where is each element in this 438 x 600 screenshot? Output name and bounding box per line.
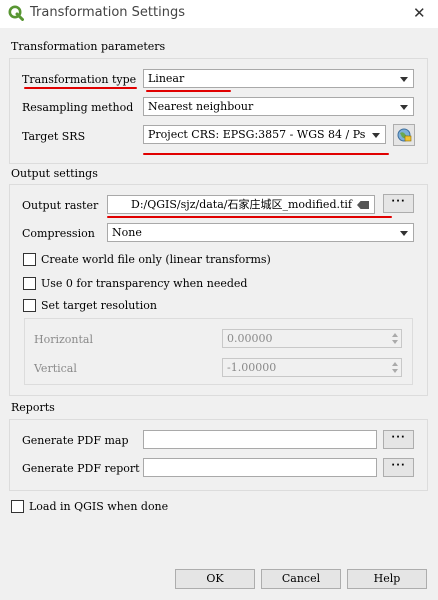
globe-projection-icon — [397, 128, 412, 142]
resampling-method-select[interactable]: Nearest neighbour — [143, 97, 414, 116]
crs-selector-button[interactable] — [393, 124, 415, 146]
clear-field-icon[interactable] — [357, 201, 369, 209]
transformation-type-value: Linear — [148, 72, 185, 85]
pdf-map-input[interactable] — [143, 430, 377, 449]
pdf-report-input[interactable] — [143, 458, 377, 477]
output-raster-input[interactable]: D:/QGIS/sjz/data/石家庄城区_modified.tif — [107, 195, 375, 214]
ok-button[interactable]: OK — [175, 569, 255, 589]
red-underline-srs — [143, 153, 389, 155]
output-heading: Output settings — [11, 167, 98, 180]
window-title: Transformation Settings — [30, 5, 185, 20]
transparency-checkbox[interactable] — [23, 277, 36, 290]
target-resolution-checkbox[interactable] — [23, 299, 36, 312]
compression-value: None — [112, 226, 142, 239]
reports-heading: Reports — [11, 401, 55, 414]
output-raster-value: D:/QGIS/sjz/data/石家庄城区_modified.tif — [131, 198, 352, 211]
red-underline-raster — [107, 216, 392, 218]
transformation-type-select[interactable]: Linear — [143, 69, 414, 88]
cancel-button[interactable]: Cancel — [261, 569, 341, 589]
chevron-down-icon — [400, 77, 408, 82]
horizontal-label: Horizontal — [34, 333, 93, 346]
spin-up-icon — [392, 333, 398, 337]
pdf-map-label: Generate PDF map — [22, 434, 129, 447]
transformation-type-label: Transformation type — [22, 73, 137, 86]
vertical-value: -1.00000 — [227, 361, 277, 374]
chevron-down-icon — [372, 133, 380, 138]
target-srs-value: Project CRS: EPSG:3857 - WGS 84 / Ps — [148, 128, 366, 141]
output-raster-browse-button[interactable]: ··· — [383, 194, 414, 213]
chevron-down-icon — [400, 105, 408, 110]
spin-up-icon — [392, 362, 398, 366]
pdf-map-browse-button[interactable]: ··· — [383, 430, 414, 449]
target-srs-label: Target SRS — [22, 130, 86, 143]
vertical-label: Vertical — [34, 362, 77, 375]
compression-label: Compression — [22, 227, 95, 240]
red-underline-type-label — [24, 87, 137, 89]
load-in-qgis-label: Load in QGIS when done — [29, 500, 169, 513]
compression-select[interactable]: None — [107, 223, 414, 242]
world-file-checkbox[interactable] — [23, 253, 36, 266]
target-srs-select[interactable]: Project CRS: EPSG:3857 - WGS 84 / Ps — [143, 125, 386, 144]
close-icon[interactable]: ✕ — [413, 4, 426, 22]
horizontal-spinbox[interactable]: 0.00000 — [222, 329, 402, 348]
resampling-method-label: Resampling method — [22, 101, 134, 114]
horizontal-value: 0.00000 — [227, 332, 273, 345]
red-underline-type-value — [146, 90, 231, 92]
spin-down-icon — [392, 369, 398, 373]
resampling-method-value: Nearest neighbour — [148, 100, 254, 113]
world-file-label: Create world file only (linear transform… — [41, 253, 271, 266]
transparency-label: Use 0 for transparency when needed — [41, 277, 248, 290]
output-raster-label: Output raster — [22, 199, 99, 212]
pdf-report-browse-button[interactable]: ··· — [383, 458, 414, 477]
spin-down-icon — [392, 340, 398, 344]
pdf-report-label: Generate PDF report — [22, 462, 140, 475]
help-button[interactable]: Help — [347, 569, 427, 589]
vertical-spinbox[interactable]: -1.00000 — [222, 358, 402, 377]
chevron-down-icon — [400, 231, 408, 236]
qgis-logo-icon — [8, 5, 24, 21]
transformation-heading: Transformation parameters — [11, 40, 166, 53]
target-resolution-label: Set target resolution — [41, 299, 157, 312]
load-in-qgis-checkbox[interactable] — [11, 500, 24, 513]
